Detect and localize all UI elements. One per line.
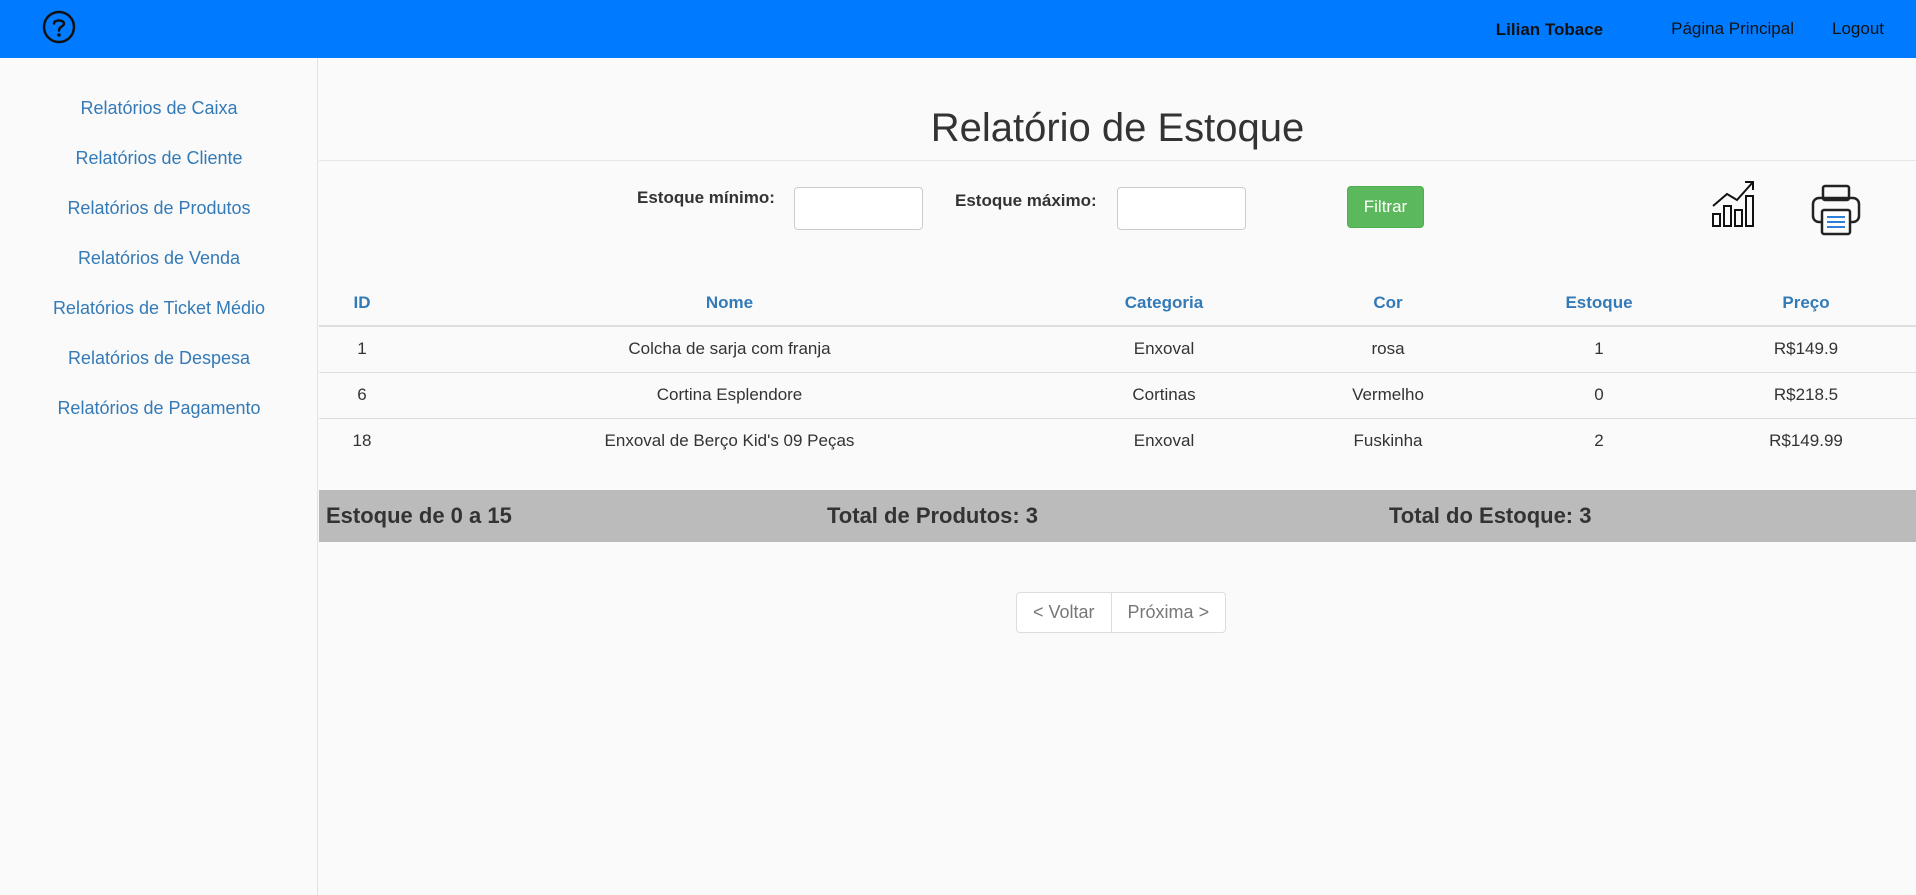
min-stock-label: Estoque mínimo:: [637, 188, 775, 207]
sidebar-item-venda[interactable]: Relatórios de Venda: [0, 248, 318, 269]
table-row: 6 Cortina Esplendore Cortinas Vermelho 0…: [319, 371, 1916, 418]
column-header-preco[interactable]: Preço: [1696, 280, 1916, 327]
cell-estoque: 0: [1502, 371, 1696, 418]
sidebar-item-caixa[interactable]: Relatórios de Caixa: [0, 98, 318, 119]
cell-preco: R$149.99: [1696, 417, 1916, 464]
column-header-estoque[interactable]: Estoque: [1502, 280, 1696, 327]
filter-button[interactable]: Filtrar: [1347, 186, 1424, 228]
table-header-row: ID Nome Categoria Cor Estoque Preço: [319, 280, 1916, 327]
nav-logout-link[interactable]: Logout: [1832, 19, 1884, 39]
pagination: < Voltar Próxima >: [1016, 592, 1227, 633]
title-divider: [319, 160, 1916, 161]
column-header-cor[interactable]: Cor: [1274, 280, 1502, 327]
cell-cor: Fuskinha: [1274, 417, 1502, 464]
cell-categoria: Cortinas: [1054, 371, 1274, 418]
column-header-nome[interactable]: Nome: [405, 280, 1054, 327]
cell-cor: rosa: [1371, 339, 1405, 359]
min-stock-input[interactable]: [794, 187, 923, 230]
cell-estoque: 2: [1502, 417, 1696, 464]
cell-nome: Enxoval de Berço Kid's 09 Peças: [405, 417, 1054, 464]
cell-preco: R$149.9: [1773, 339, 1839, 359]
total-stock-summary: Total do Estoque: 3: [1389, 503, 1592, 528]
cell-id: 1: [357, 339, 367, 359]
cell-nome: Colcha de sarja com franja: [628, 339, 831, 359]
page-title: Relatório de Estoque: [930, 106, 1305, 150]
chart-growth-icon[interactable]: [1709, 176, 1757, 228]
stock-range-summary: Estoque de 0 a 15: [326, 503, 512, 528]
main-content: Relatório de Estoque Estoque mínimo: Est…: [319, 58, 1916, 895]
cell-estoque: 1: [1594, 339, 1604, 359]
cell-id: 6: [319, 371, 405, 418]
cell-categoria: Enxoval: [1054, 417, 1274, 464]
top-navbar: Lilian Tobace Página Principal Logout: [0, 0, 1916, 58]
table-row: 1 Colcha de sarja com franja Enxoval ros…: [319, 326, 1916, 372]
cell-preco: R$218.5: [1696, 371, 1916, 418]
cell-nome: Cortina Esplendore: [405, 371, 1054, 418]
next-page-button[interactable]: Próxima >: [1110, 592, 1227, 633]
user-name: Lilian Tobace: [1495, 20, 1604, 39]
previous-page-button[interactable]: < Voltar: [1016, 592, 1112, 633]
sidebar-item-ticket-medio[interactable]: Relatórios de Ticket Médio: [0, 298, 318, 319]
stock-report-table: ID Nome Categoria Cor Estoque Preço 1 Co…: [319, 280, 1916, 464]
table-row: 18 Enxoval de Berço Kid's 09 Peças Enxov…: [319, 417, 1916, 464]
summary-bar: Estoque de 0 a 15 Total de Produtos: 3 T…: [319, 490, 1916, 542]
printer-icon[interactable]: [1811, 184, 1861, 236]
cell-categoria: Enxoval: [1133, 339, 1195, 359]
sidebar-item-pagamento[interactable]: Relatórios de Pagamento: [0, 398, 318, 419]
sidebar-item-produtos[interactable]: Relatórios de Produtos: [0, 198, 318, 219]
cell-id: 18: [319, 417, 405, 464]
sidebar-item-despesa[interactable]: Relatórios de Despesa: [0, 348, 318, 369]
help-icon[interactable]: [42, 10, 76, 44]
column-header-id[interactable]: ID: [319, 280, 405, 327]
cell-cor: Vermelho: [1274, 371, 1502, 418]
nav-home-link[interactable]: Página Principal: [1671, 19, 1794, 39]
top-nav: Lilian Tobace Página Principal Logout: [1496, 0, 1884, 58]
sidebar: Relatórios de Caixa Relatórios de Client…: [0, 58, 318, 895]
max-stock-label: Estoque máximo:: [955, 191, 1097, 210]
column-header-categoria[interactable]: Categoria: [1054, 280, 1274, 327]
sidebar-item-cliente[interactable]: Relatórios de Cliente: [0, 148, 318, 169]
max-stock-input[interactable]: [1117, 187, 1246, 230]
total-products-summary: Total de Produtos: 3: [827, 503, 1039, 528]
